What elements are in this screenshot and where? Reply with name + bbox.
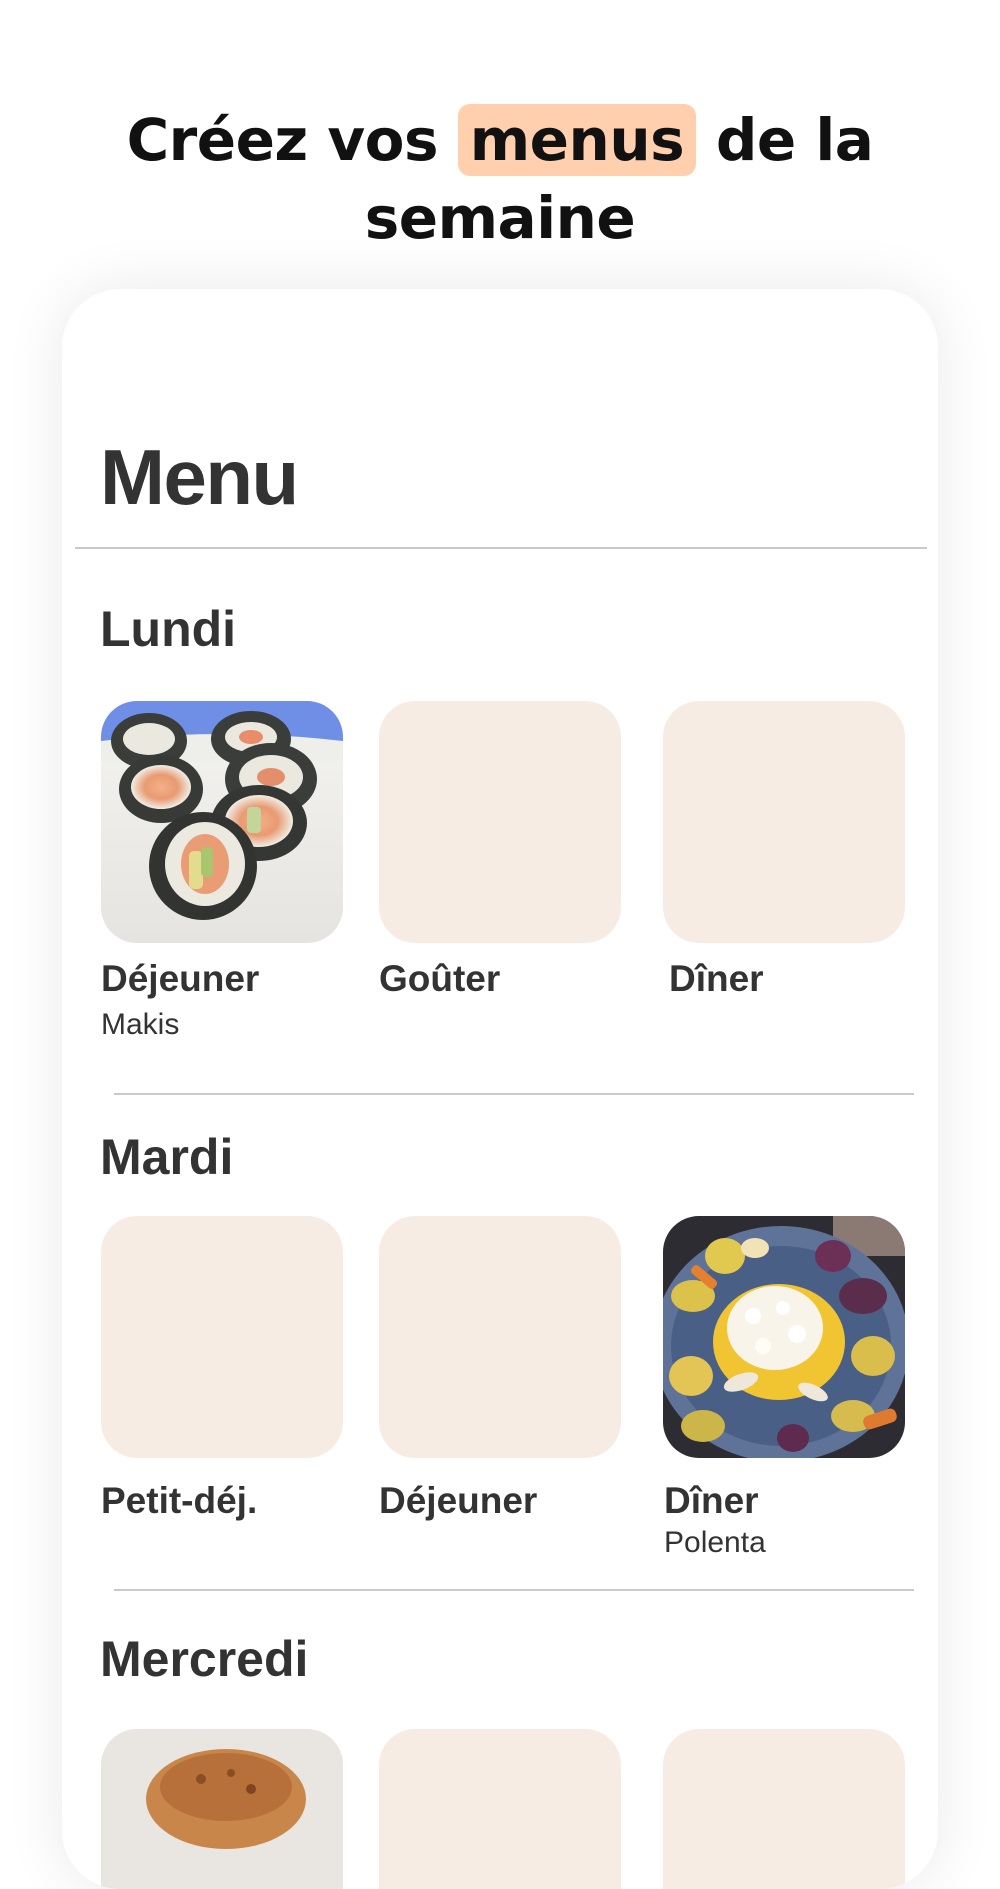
day-divider	[114, 1589, 914, 1591]
menu-title: Menu	[100, 433, 299, 521]
meal-tile-tuesday-breakfast[interactable]	[101, 1216, 343, 1458]
meal-tile-monday-dinner[interactable]	[663, 701, 905, 943]
day-title-monday: Lundi	[100, 601, 237, 657]
meal-tile-monday-lunch[interactable]	[101, 701, 343, 943]
meal-label-monday-dinner: Dîner	[669, 958, 764, 999]
menu-card: Menu Lundi Déjeuner Makis Goûter Dîner M…	[62, 289, 938, 1889]
meal-label-tuesday-lunch: Déjeuner	[379, 1480, 538, 1521]
makis-photo	[101, 701, 343, 943]
meal-tile-wednesday-1[interactable]	[101, 1729, 343, 1889]
meal-tile-monday-snack[interactable]	[379, 701, 621, 943]
day-title-tuesday: Mardi	[100, 1129, 234, 1185]
meal-tile-tuesday-dinner[interactable]	[663, 1216, 905, 1458]
headline-text-start: Créez vos	[126, 105, 458, 174]
baked-dish-photo	[101, 1729, 343, 1889]
meal-tile-wednesday-2[interactable]	[379, 1729, 621, 1889]
polenta-photo	[663, 1216, 905, 1458]
day-divider	[114, 1093, 914, 1095]
meal-dish-monday-lunch: Makis	[101, 1008, 180, 1041]
meal-dish-tuesday-dinner: Polenta	[664, 1526, 766, 1559]
headline: Créez vos menus de la semaine	[0, 101, 1000, 257]
menu-title-divider	[75, 547, 927, 549]
meal-tile-tuesday-lunch[interactable]	[379, 1216, 621, 1458]
day-title-wednesday: Mercredi	[100, 1631, 309, 1687]
meal-tile-wednesday-3[interactable]	[663, 1729, 905, 1889]
meal-label-monday-lunch: Déjeuner	[101, 958, 260, 999]
meal-label-tuesday-breakfast: Petit-déj.	[101, 1480, 258, 1521]
headline-highlight: menus	[457, 103, 697, 176]
meal-label-tuesday-dinner: Dîner	[664, 1480, 759, 1521]
meal-label-monday-snack: Goûter	[379, 958, 501, 999]
